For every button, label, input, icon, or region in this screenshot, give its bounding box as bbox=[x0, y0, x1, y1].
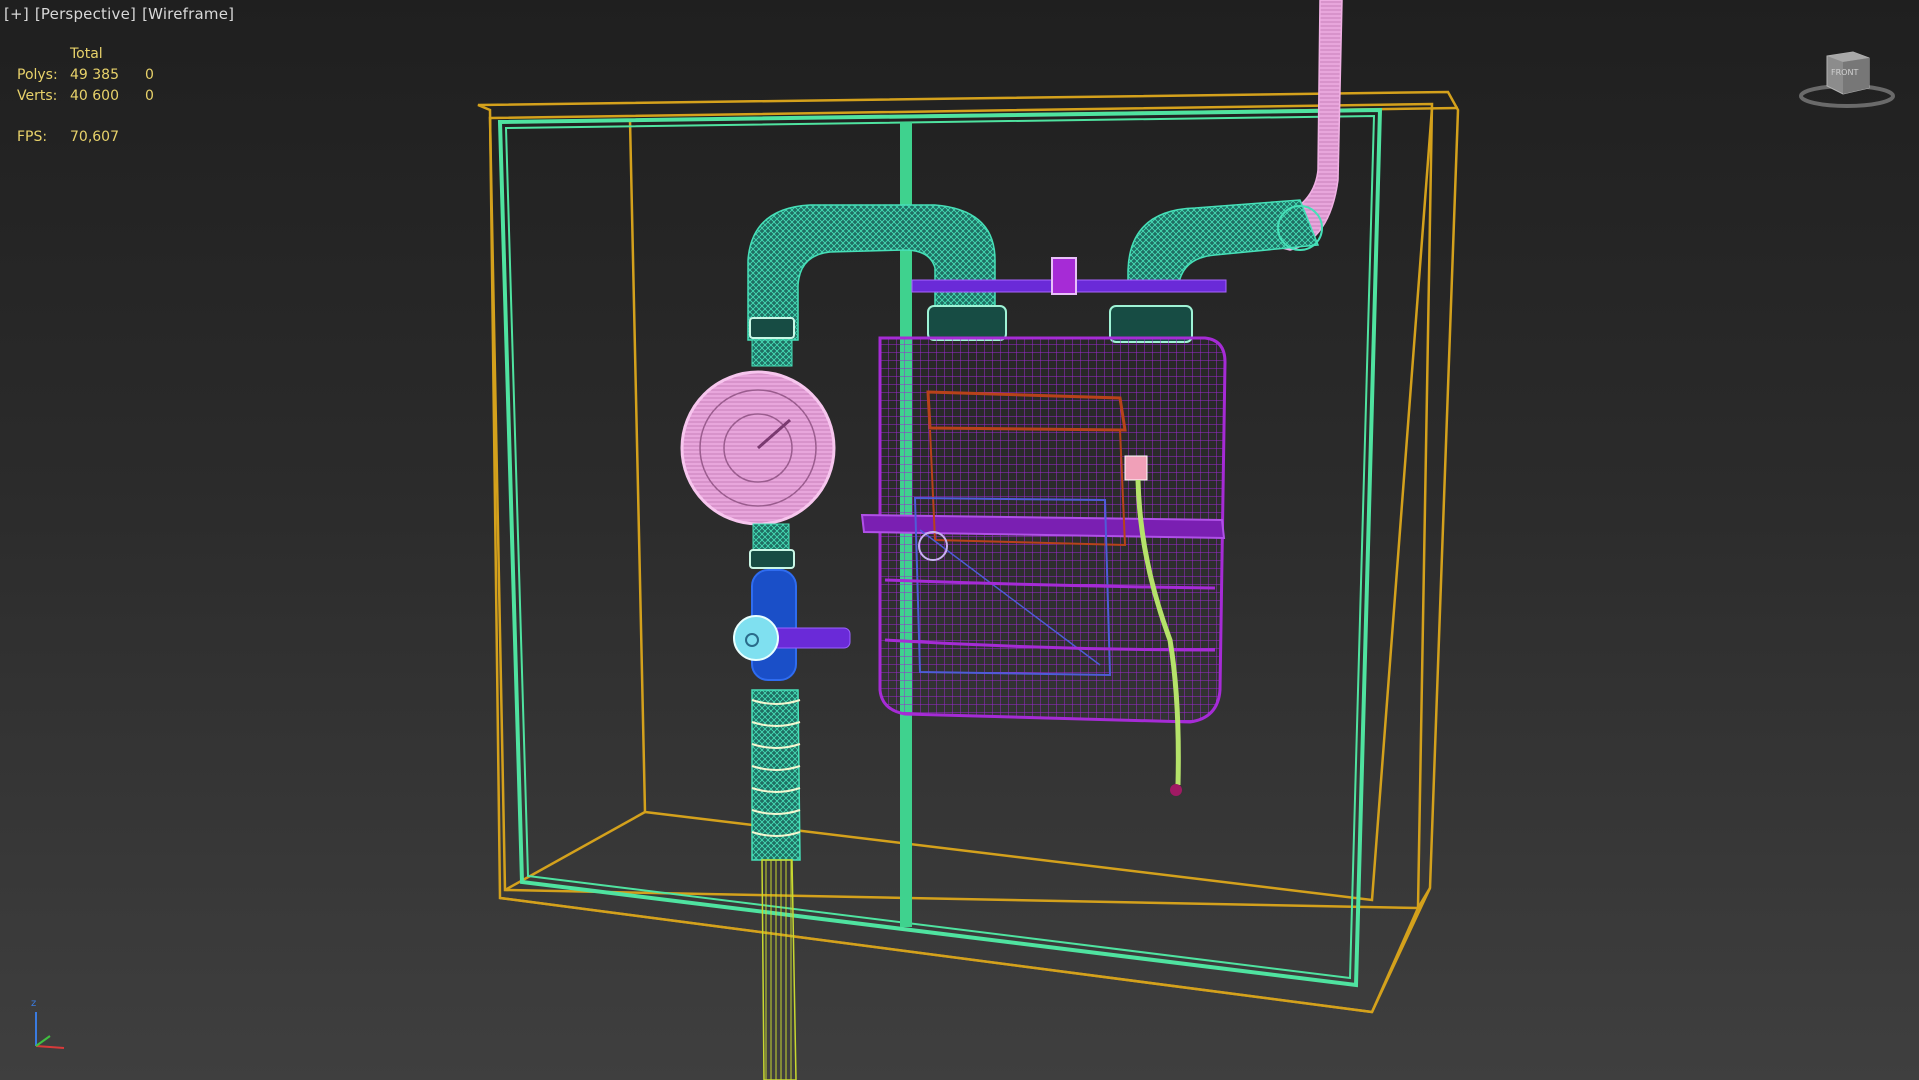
viewcube-face-label: FRONT bbox=[1831, 68, 1859, 77]
ball-valve[interactable] bbox=[733, 569, 851, 681]
axis-z-label: z bbox=[31, 998, 37, 1009]
threaded-pipe[interactable] bbox=[751, 689, 801, 861]
gas-meter[interactable] bbox=[860, 336, 1227, 724]
gauge-fitting[interactable] bbox=[749, 523, 795, 569]
pressure-gauge[interactable] bbox=[680, 370, 836, 526]
viewcube[interactable]: FRONT bbox=[1789, 44, 1899, 114]
ground-pipe[interactable] bbox=[761, 859, 797, 1080]
outlet-pipe[interactable] bbox=[1109, 199, 1323, 343]
viewcube-icon bbox=[1799, 51, 1895, 108]
viewport-scene[interactable] bbox=[0, 0, 1919, 1080]
axis-gizmo: z bbox=[26, 998, 76, 1058]
